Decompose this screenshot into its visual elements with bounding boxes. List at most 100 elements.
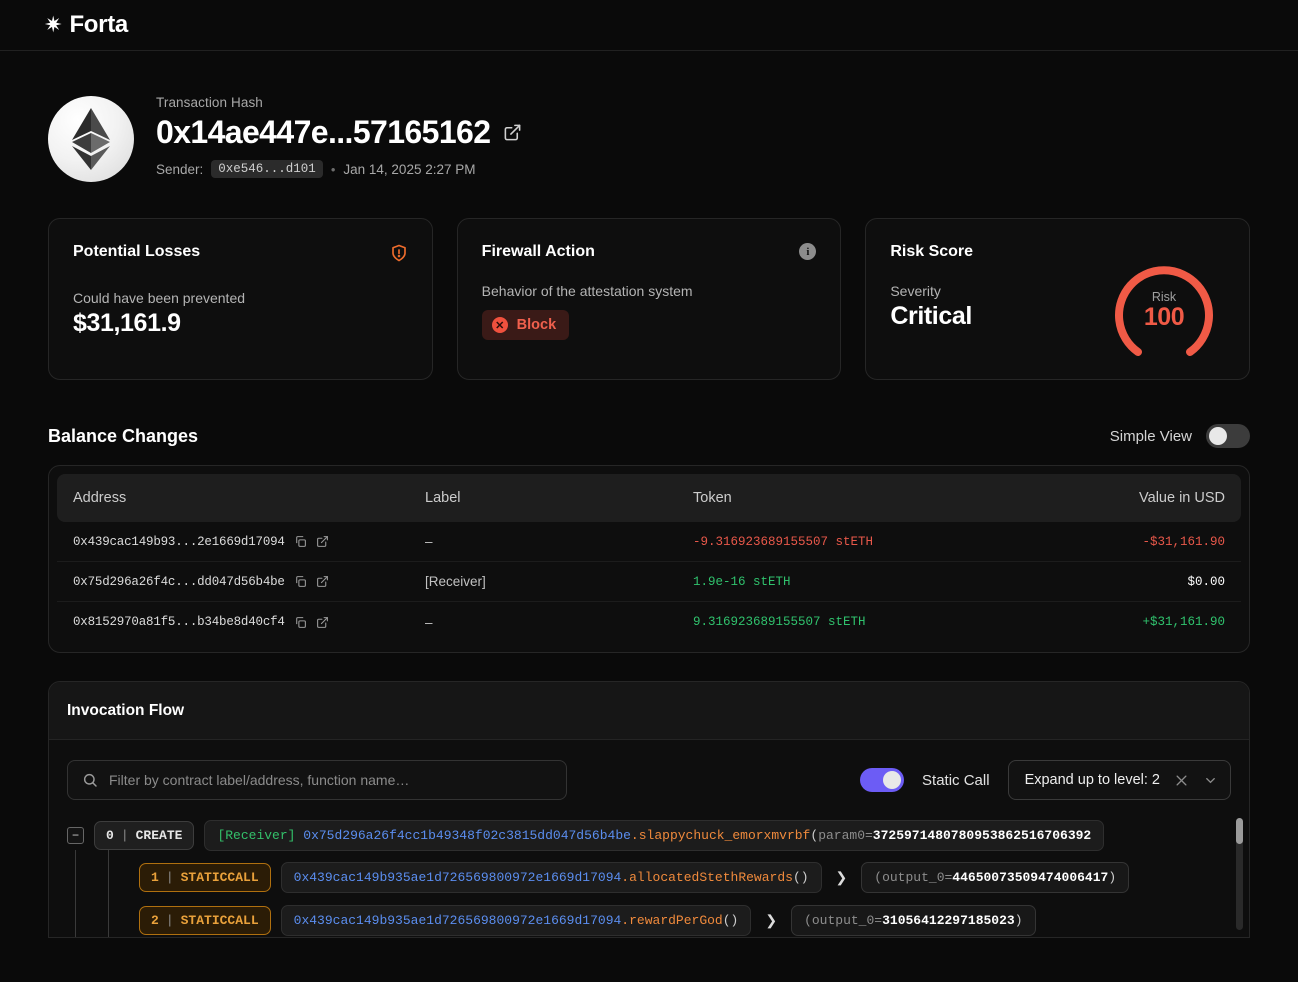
table-row: 0x439cac149b93...2e1669d17094 – -9.31692… [57, 522, 1241, 562]
forta-logo[interactable]: ✷ Forta [44, 11, 128, 39]
transaction-meta: Transaction Hash 0x14ae447e...57165162 S… [156, 91, 522, 178]
cell-address: 0x439cac149b93...2e1669d17094 [73, 535, 425, 549]
toggle-knob [1209, 427, 1227, 445]
tree-guide-lines [67, 860, 129, 894]
guide-line-2 [108, 893, 109, 938]
balance-changes-table: Address Label Token Value in USD 0x439ca… [48, 465, 1250, 653]
guide-line-2 [108, 850, 109, 896]
invocation-flow-header: Invocation Flow [49, 682, 1249, 740]
card-header: Firewall Action i [482, 243, 817, 261]
cell-label: – [425, 534, 693, 549]
contract-address: 0x439cac149b935ae1d726569800972e1669d170… [294, 913, 622, 928]
top-navigation-bar: ✷ Forta [0, 0, 1298, 51]
node-call-signature[interactable]: 0x439cac149b935ae1d726569800972e1669d170… [281, 905, 752, 936]
shield-alert-icon[interactable] [390, 243, 408, 268]
address-text: 0x8152970a81f5...b34be8d40cf4 [73, 615, 285, 629]
tree-node-1: 1 | STATICCALL 0x439cac149b935ae1d726569… [67, 860, 1231, 894]
address-text: 0x75d296a26f4c...dd047d56b4be [73, 575, 285, 589]
output-value: 44650073509474006417 [952, 870, 1108, 885]
contract-address: 0x439cac149b935ae1d726569800972e1669d170… [294, 870, 622, 885]
chevron-right-icon: ❯ [832, 869, 852, 886]
ethereum-icon [48, 96, 134, 182]
node-type-label: STATICCALL [181, 913, 259, 928]
node-separator: | [166, 870, 174, 885]
dot-separator: . [621, 913, 629, 928]
transaction-hash-label: Transaction Hash [156, 95, 522, 110]
node-call-signature[interactable]: [Receiver] 0x75d296a26f4cc1b49348f02c381… [204, 820, 1104, 851]
node-call-signature[interactable]: 0x439cac149b935ae1d726569800972e1669d170… [281, 862, 822, 893]
close-icon[interactable] [1174, 773, 1189, 788]
toolbar-right-controls: Static Call Expand up to level: 2 [860, 760, 1231, 800]
output-close: ) [1015, 913, 1023, 928]
minus-square-icon[interactable]: − [67, 827, 84, 844]
external-link-icon[interactable] [316, 575, 329, 588]
column-header-address: Address [73, 490, 425, 506]
column-header-token: Token [693, 490, 1029, 506]
static-call-label: Static Call [922, 772, 990, 789]
summary-cards: Potential Losses Could have been prevent… [48, 218, 1250, 380]
function-name: slappychuck_emorxmvrbf [639, 828, 811, 843]
brand-name: Forta [69, 11, 128, 39]
external-link-icon[interactable] [316, 616, 329, 629]
node-output[interactable]: (output_0=31056412297185023) [791, 905, 1035, 936]
search-input[interactable] [109, 772, 552, 788]
card-title: Firewall Action [482, 243, 595, 261]
separator-dot: • [331, 162, 336, 177]
table-row: 0x75d296a26f4c...dd047d56b4be [Receiver]… [57, 562, 1241, 602]
cell-value-usd: -$31,161.90 [1029, 535, 1225, 549]
invocation-flow-panel: Invocation Flow Static Call Expand up to… [48, 681, 1250, 938]
external-link-icon[interactable] [316, 535, 329, 548]
cell-address: 0x75d296a26f4c...dd047d56b4be [73, 575, 425, 589]
transaction-timestamp: Jan 14, 2025 2:27 PM [343, 162, 475, 177]
risk-score-card: Risk Score Severity Critical Risk 100 [865, 218, 1250, 380]
flow-scrollbar-thumb[interactable] [1236, 818, 1243, 844]
cell-token: -9.316923689155507 stETH [693, 535, 1029, 549]
x-circle-icon: ✕ [492, 317, 508, 333]
paren-open: ( [810, 828, 818, 843]
node-type-badge[interactable]: 0 | CREATE [94, 821, 194, 850]
copy-icon[interactable] [294, 575, 307, 588]
param-value: 3725971480780953862516706392 [873, 828, 1091, 843]
sender-address-chip[interactable]: 0xe546...d101 [211, 160, 323, 178]
transaction-hash-value: 0x14ae447e...57165162 [156, 114, 490, 151]
info-icon[interactable]: i [799, 243, 816, 260]
transaction-hash-row: 0x14ae447e...57165162 [156, 114, 522, 151]
receiver-tag: [Receiver] [217, 828, 295, 843]
paren-open: () [793, 870, 809, 885]
expand-level-text: Expand up to level: 2 [1025, 772, 1160, 788]
potential-losses-card: Potential Losses Could have been prevent… [48, 218, 433, 380]
chevron-down-icon[interactable] [1203, 773, 1218, 788]
node-index: 2 [151, 913, 159, 928]
static-call-toggle[interactable] [860, 768, 904, 792]
expand-level-select[interactable]: Expand up to level: 2 [1008, 760, 1231, 800]
cell-token: 9.316923689155507 stETH [693, 615, 1029, 629]
firewall-action-subtitle: Behavior of the attestation system [482, 283, 817, 299]
invocation-flow-toolbar: Static Call Expand up to level: 2 [49, 740, 1249, 814]
copy-icon[interactable] [294, 535, 307, 548]
transaction-header: Transaction Hash 0x14ae447e...57165162 S… [48, 51, 1250, 182]
node-type-badge[interactable]: 2 | STATICCALL [139, 906, 271, 935]
search-icon [82, 772, 98, 788]
copy-icon[interactable] [294, 616, 307, 629]
node-type-badge[interactable]: 1 | STATICCALL [139, 863, 271, 892]
paren-open: () [723, 913, 739, 928]
node-index: 0 [106, 828, 114, 843]
sender-label: Sender: [156, 162, 203, 177]
output-name: (output_0= [804, 913, 882, 928]
filter-search-box[interactable] [67, 760, 567, 800]
risk-gauge-label: Risk [1152, 290, 1176, 304]
node-separator: | [121, 828, 129, 843]
node-separator: | [166, 913, 174, 928]
status-badge: ✕ Block [482, 310, 570, 340]
table-row: 0x8152970a81f5...b34be8d40cf4 – 9.316923… [57, 602, 1241, 642]
output-value: 31056412297185023 [882, 913, 1015, 928]
output-close: ) [1108, 870, 1116, 885]
simple-view-toggle[interactable] [1206, 424, 1250, 448]
dot-separator: . [631, 828, 639, 843]
node-output[interactable]: (output_0=44650073509474006417) [861, 862, 1129, 893]
balance-changes-header: Balance Changes Simple View [48, 424, 1250, 448]
potential-losses-subtitle: Could have been prevented [73, 290, 408, 306]
risk-gauge-center: Risk 100 [1105, 251, 1223, 363]
external-link-icon[interactable] [503, 123, 522, 142]
tree-node-2: 2 | STATICCALL 0x439cac149b935ae1d726569… [67, 903, 1231, 937]
